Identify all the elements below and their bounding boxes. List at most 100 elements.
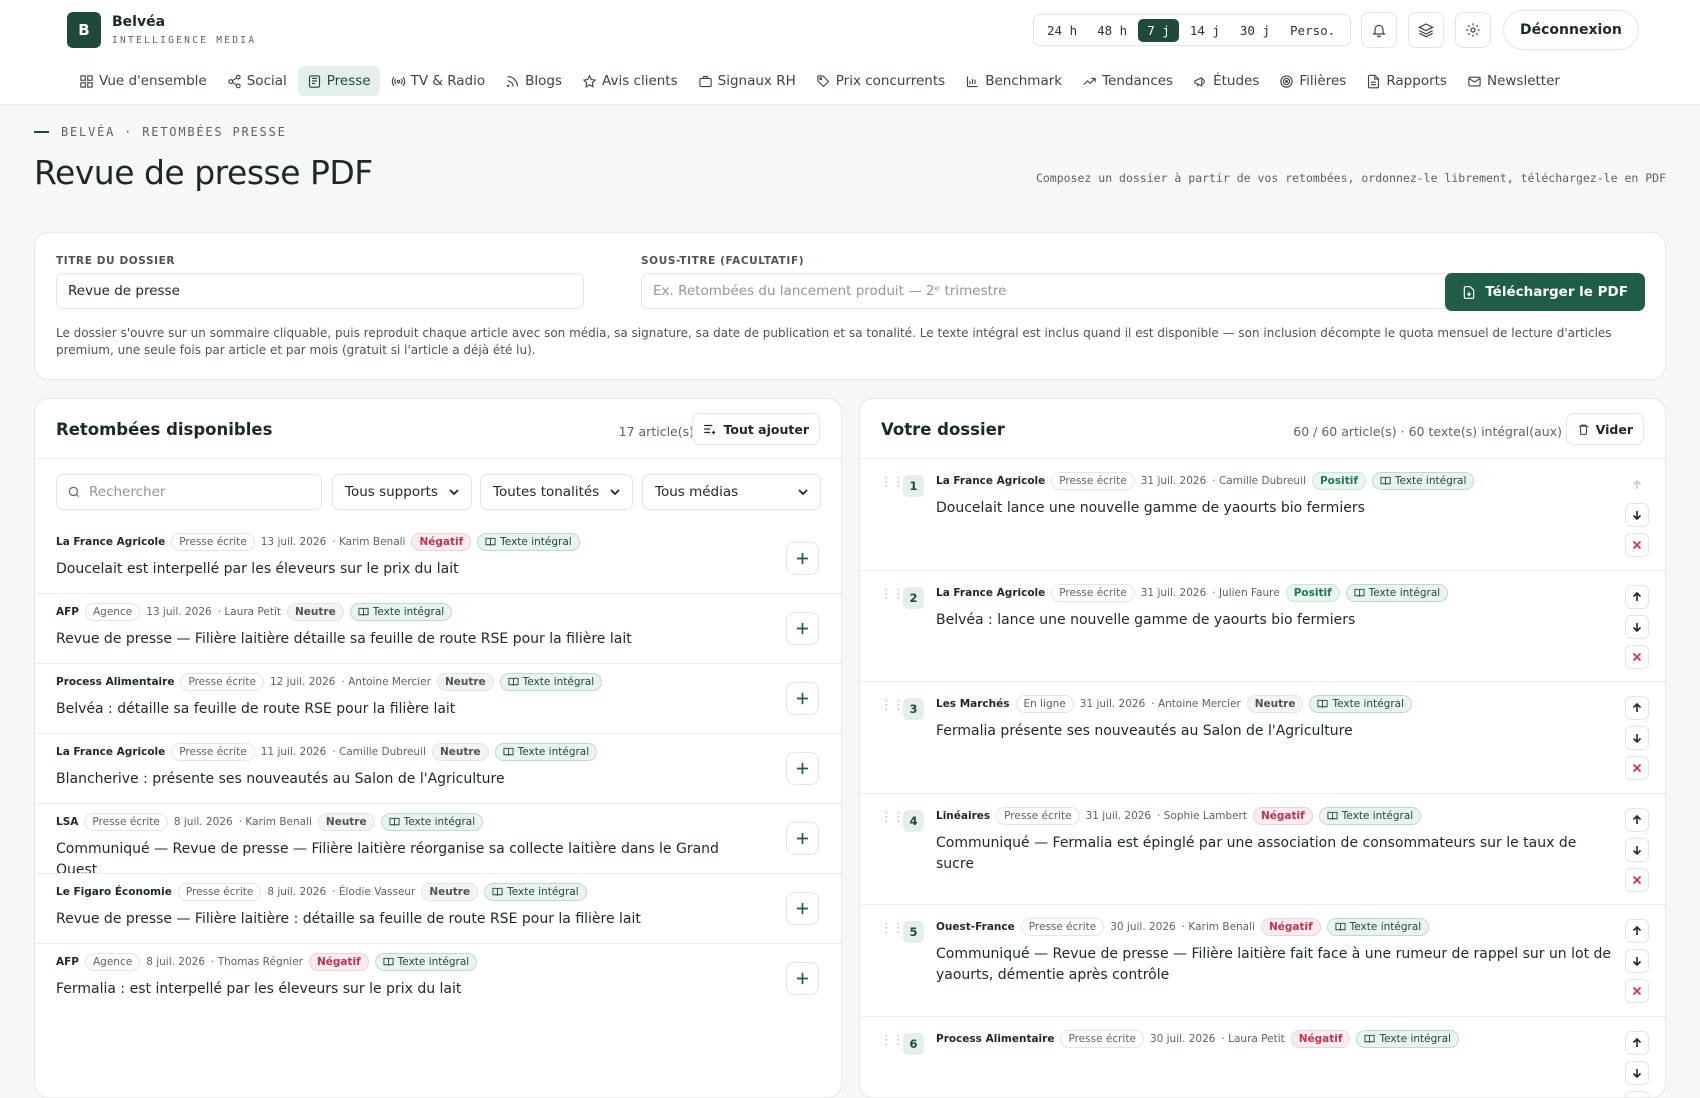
dossier-item-headline: Doucelait lance une nouvelle gamme de ya… [936,498,1616,519]
remove-item-button[interactable] [1625,645,1649,669]
drag-handle-icon[interactable]: ⋮⋮ [880,698,904,713]
search-input[interactable]: Rechercher [56,474,322,510]
article-author: · Laura Petit [1221,1033,1284,1045]
available-title: Retombées disponibles [56,420,272,439]
add-article-button[interactable] [786,682,819,715]
full-text-badge: Texte intégral [1356,1030,1459,1048]
drag-handle-icon[interactable]: ⋮⋮ [880,587,904,602]
add-article-button[interactable] [786,892,819,925]
filter-supports-value: Tous supports [345,484,438,500]
nav-item-vue-d-ensemble[interactable]: Vue d'ensemble [70,66,216,96]
move-down-button[interactable] [1625,949,1649,973]
article-content: Le Figaro ÉconomiePresse écrite8 juil. 2… [56,883,746,930]
nav-item-tv-radio[interactable]: TV & Radio [382,66,495,96]
nav-item-prix-concurrents[interactable]: Prix concurrents [807,66,954,96]
article-headline[interactable]: Revue de presse — Filière laitière détai… [56,629,746,650]
article-headline[interactable]: Blancherive : présente ses nouveautés au… [56,769,746,790]
period-custom[interactable]: Perso. [1281,19,1344,42]
subtitle-field[interactable]: Ex. Retombées du lancement produit — 2ᵉ … [641,273,1456,309]
move-down-button[interactable] [1625,838,1649,862]
brand[interactable]: B Belvéa INTELLIGENCE MEDIA [67,12,256,48]
remove-item-button[interactable] [1625,979,1649,1003]
filter-supports[interactable]: Tous supports [332,474,472,510]
layers-button[interactable] [1408,12,1444,48]
article-headline[interactable]: Revue de presse — Filière laitière : dét… [56,909,746,930]
settings-button[interactable] [1455,12,1491,48]
article-author: · Julien Faure [1212,587,1279,599]
article-headline[interactable]: Fermalia : est interpellé par les éleveu… [56,979,746,1000]
add-article-button[interactable] [786,612,819,645]
article-author: · Karim Benali [332,536,405,548]
add-article-button[interactable] [786,962,819,995]
full-text-badge: Texte intégral [1319,807,1422,825]
add-article-button[interactable] [786,822,819,855]
gear-icon [1465,22,1481,38]
article-headline[interactable]: Belvéa : détaille sa feuille de route RS… [56,699,746,720]
file-download-icon [1462,285,1476,300]
move-up-button[interactable] [1625,696,1649,720]
download-pdf-button[interactable]: Télécharger le PDF [1445,273,1645,311]
full-text-badge: Texte intégral [477,533,580,551]
move-down-button[interactable] [1625,615,1649,639]
tone-badge: Neutre [437,673,494,691]
article-date: 31 juil. 2026 [1141,587,1207,599]
nav-item-tendances[interactable]: Tendances [1073,66,1182,96]
article-author: · Thomas Régnier [211,956,303,968]
period-24h[interactable]: 24 h [1038,19,1086,42]
dossier-item-content: La France AgricolePresse écrite31 juil. … [936,472,1616,519]
logout-button[interactable]: Déconnexion [1503,10,1639,50]
nav-item-signaux-rh[interactable]: Signaux RH [689,66,805,96]
move-up-button[interactable] [1625,919,1649,943]
newspaper-icon [307,74,322,89]
remove-item-button[interactable] [1625,1091,1649,1098]
article-support: Presse écrite [84,813,167,831]
period-30d[interactable]: 30 j [1231,19,1279,42]
notifications-button[interactable] [1361,12,1397,48]
nav-item-presse[interactable]: Presse [298,66,380,96]
nav-item-benchmark[interactable]: Benchmark [956,66,1071,96]
drag-handle-icon[interactable]: ⋮⋮ [880,475,904,490]
move-up-button[interactable] [1625,1031,1649,1055]
add-article-button[interactable] [786,542,819,575]
move-down-button[interactable] [1625,726,1649,750]
remove-item-button[interactable] [1625,756,1649,780]
search-icon [67,485,81,499]
article-meta: La France AgricolePresse écrite31 juil. … [936,584,1616,602]
full-text-label: Texte intégral [518,746,590,758]
add-all-button[interactable]: Tout ajouter [692,413,820,445]
move-up-button[interactable] [1625,473,1649,497]
move-up-button[interactable] [1625,808,1649,832]
nav-item-rapports[interactable]: Rapports [1357,66,1456,96]
remove-item-button[interactable] [1625,868,1649,892]
drag-handle-icon[interactable]: ⋮⋮ [880,1033,904,1048]
book-icon [358,607,369,617]
add-article-button[interactable] [786,752,819,785]
nav-item-etudes[interactable]: Études [1184,66,1268,96]
nav-item-blogs[interactable]: Blogs [496,66,571,96]
article-date: 31 juil. 2026 [1086,810,1152,822]
drag-handle-icon[interactable]: ⋮⋮ [880,810,904,825]
dossier-item-content: LinéairesPresse écrite31 juil. 2026· Sop… [936,807,1616,875]
drag-handle-icon[interactable]: ⋮⋮ [880,921,904,936]
kicker-line [34,131,49,133]
full-text-label: Texte intégral [1369,587,1441,599]
filter-media[interactable]: Tous médias [642,474,821,510]
nav-item-newsletter[interactable]: Newsletter [1458,66,1569,96]
move-down-button[interactable] [1625,1061,1649,1085]
move-up-button[interactable] [1625,585,1649,609]
title-field[interactable]: Revue de presse [56,273,584,309]
clear-button[interactable]: Vider [1566,413,1644,445]
article-headline[interactable]: Communiqué — Revue de presse — Filière l… [56,839,746,881]
period-48h[interactable]: 48 h [1088,19,1136,42]
nav-item-social[interactable]: Social [218,66,296,96]
period-14d[interactable]: 14 j [1181,19,1229,42]
remove-item-button[interactable] [1625,533,1649,557]
filter-tones[interactable]: Toutes tonalités [480,474,633,510]
article-meta: AFPAgence13 juil. 2026· Laura PetitNeutr… [56,603,746,621]
period-7d[interactable]: 7 j [1138,19,1179,42]
nav-item-filieres[interactable]: Filières [1270,66,1355,96]
article-headline[interactable]: Doucelait est interpellé par les éleveur… [56,559,746,580]
move-down-button[interactable] [1625,503,1649,527]
trash-icon [1577,423,1590,436]
nav-item-avis-clients[interactable]: Avis clients [573,66,687,96]
